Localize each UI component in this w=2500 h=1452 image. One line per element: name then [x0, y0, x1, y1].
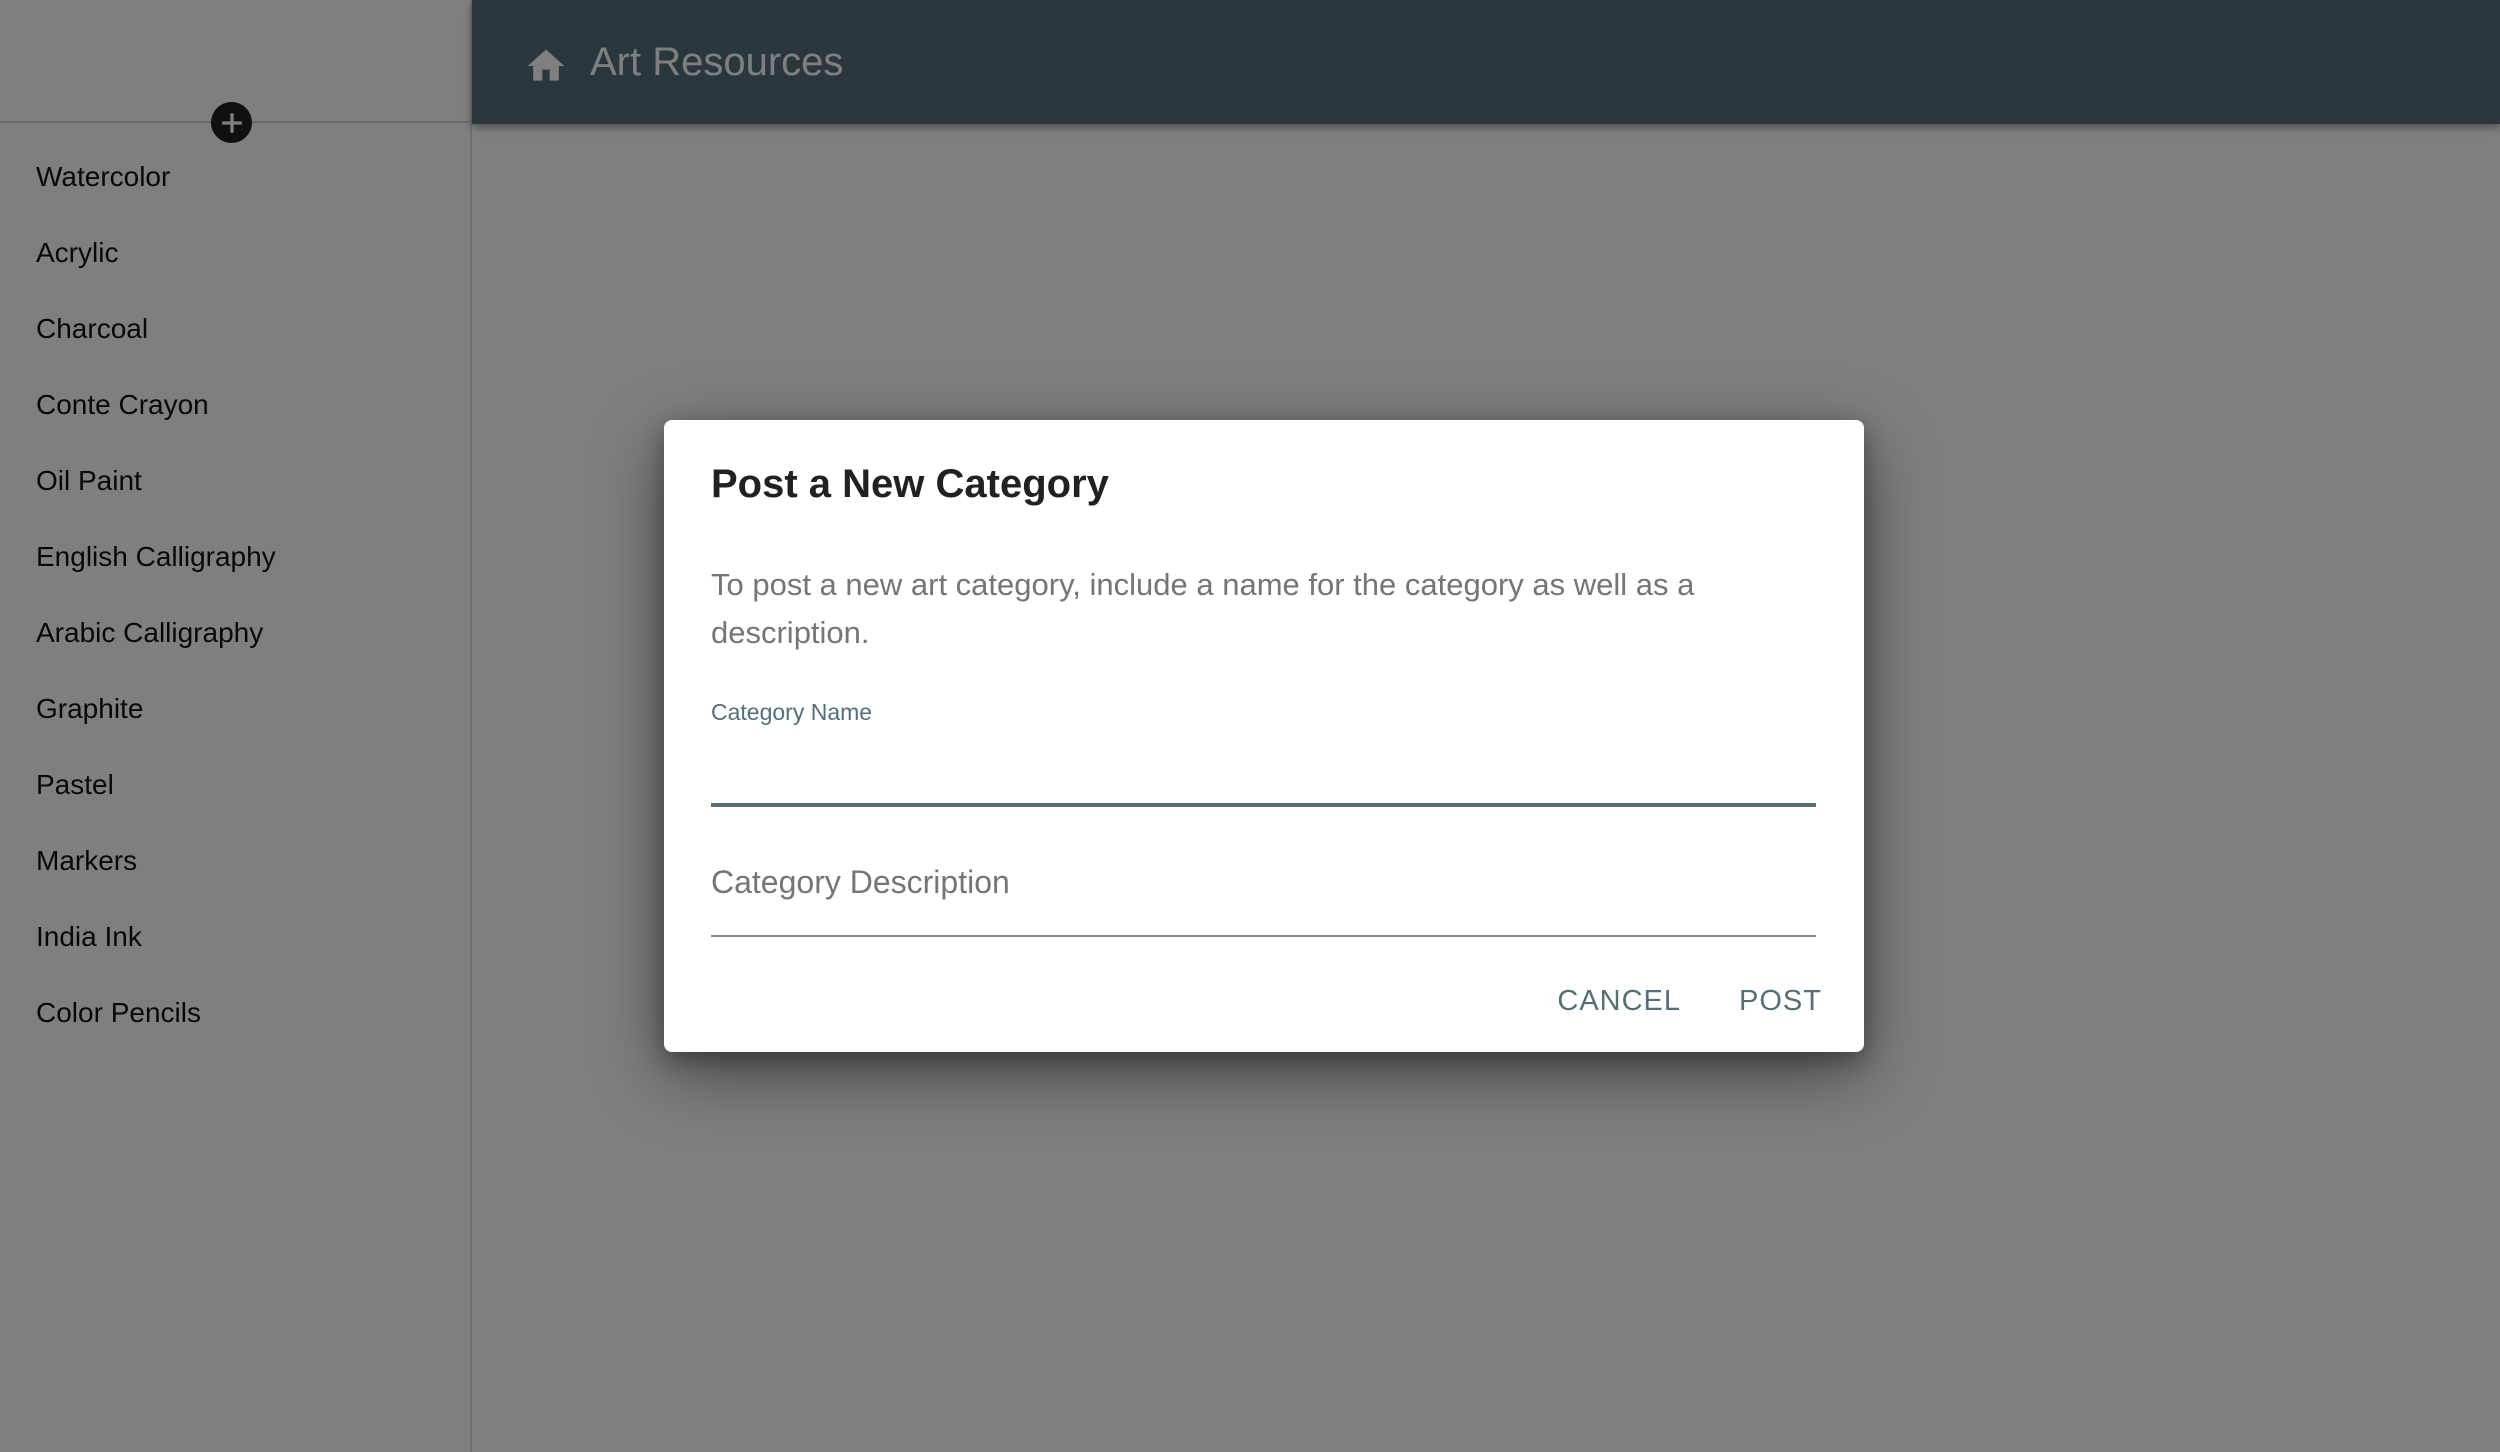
dialog-actions: CANCEL POST: [1557, 985, 1822, 1018]
dialog-description: To post a new art category, include a na…: [711, 567, 1695, 650]
post-button[interactable]: POST: [1739, 985, 1822, 1018]
category-description-input[interactable]: [711, 857, 1816, 907]
cancel-button[interactable]: CANCEL: [1557, 985, 1681, 1018]
category-name-label: Category Name: [711, 699, 873, 725]
dialog-title: Post a New Category: [711, 462, 1109, 506]
app-root: Watercolor Acrylic Charcoal Conte Crayon…: [0, 0, 2500, 1452]
category-name-input[interactable]: [711, 735, 1816, 785]
post-category-dialog: Post a New Category To post a new art ca…: [664, 420, 1864, 1052]
category-description-field: [711, 853, 1816, 939]
category-name-underline: [711, 803, 1816, 807]
category-name-field: Category Name: [711, 699, 1816, 807]
category-description-underline: [711, 935, 1816, 937]
